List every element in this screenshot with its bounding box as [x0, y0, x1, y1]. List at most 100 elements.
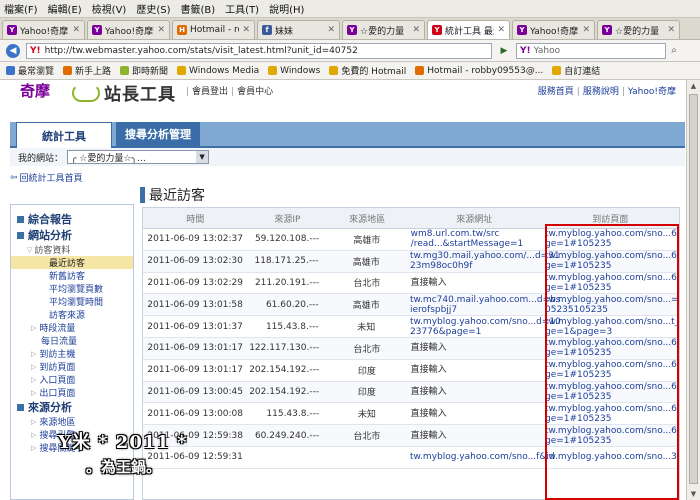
browser-tab[interactable]: Y統計工具 最近✕: [427, 20, 510, 39]
back-to-stats-home[interactable]: ⇦ 回統計工具首頁: [10, 171, 83, 185]
bookmark-item[interactable]: Windows Media: [177, 66, 259, 76]
bookmark-item[interactable]: 即時新聞: [120, 64, 168, 77]
sidebar-item-avg-time[interactable]: 平均瀏覽時間: [11, 295, 133, 308]
tab-close-icon[interactable]: ✕: [72, 25, 80, 35]
scroll-down-icon[interactable]: ▼: [687, 488, 700, 500]
triangle-right-icon: ▷: [31, 417, 37, 426]
menu-edit[interactable]: 編輯(E): [48, 1, 82, 16]
sidebar-item-daily-traffic[interactable]: 每日流量: [11, 334, 133, 347]
tab-close-icon[interactable]: ✕: [667, 25, 675, 35]
cell-source-ip: 202.154.192.---: [249, 386, 320, 397]
site-select[interactable]: ╭ ☆愛的力量☆╮… ▼: [67, 150, 210, 164]
cell-visited-page[interactable]: tw.myblog.yahoo.com/sno...6&pa ge=1#1052…: [541, 273, 679, 294]
sidebar-group-site-analysis[interactable]: 網站分析: [11, 227, 133, 243]
page-scrollbar[interactable]: ▲ ▼: [686, 80, 700, 500]
bookmark-item[interactable]: 最常瀏覽: [6, 64, 54, 77]
cell-visited-page[interactable]: tw.myblog.yahoo.com/sno...6&pa ge=1#1052…: [541, 403, 679, 424]
bookmark-item[interactable]: Windows: [268, 66, 320, 76]
browser-tab[interactable]: Y ☆愛的力量 ✕: [597, 20, 680, 39]
menu-history[interactable]: 歷史(S): [136, 1, 170, 16]
sidebar-group-overview[interactable]: 綜合報告: [11, 211, 133, 227]
service-home-link[interactable]: 服務首頁: [538, 87, 574, 97]
sidebar-item-latest-visitors[interactable]: 最近訪客: [11, 256, 133, 269]
bookmark-item[interactable]: Hotmail - robby09553@...: [415, 66, 543, 76]
cell-visited-page[interactable]: tw.myblog.yahoo.com/sno...6&pa ge=1#1052…: [541, 338, 679, 359]
tab-search-analysis[interactable]: 搜尋分析管理: [116, 122, 200, 146]
go-arrow-icon[interactable]: ▶: [496, 44, 512, 58]
bookmark-item[interactable]: 自訂連結: [552, 64, 600, 77]
cell-source-region: 未知: [357, 323, 376, 334]
browser-tab[interactable]: Y Yahoo!奇摩 ✕: [2, 20, 85, 39]
cell-source-url: 直接輸入: [410, 277, 447, 288]
back-arrow-icon[interactable]: ◀: [6, 43, 20, 58]
bookmark-item[interactable]: 免費的 Hotmail: [329, 64, 406, 77]
sidebar-item-hourly-traffic[interactable]: ▷ 時段流量: [11, 321, 133, 335]
sidebar-item-new-old-visitors[interactable]: 新舊訪客: [11, 269, 133, 282]
sidebar-item-pages[interactable]: ▷ 到訪頁面: [11, 360, 133, 374]
tab-close-icon[interactable]: ✕: [242, 25, 250, 35]
cell-visited-page[interactable]: tw.myblog.yahoo.com/sno...6&pa ge=1#1052…: [541, 382, 679, 403]
header-time: 時間: [186, 214, 205, 225]
bookmark-label: 最常瀏覽: [18, 67, 55, 77]
cell-source-url[interactable]: tw.mc740.mail.yahoo.com...d=bs ierofspbj…: [406, 294, 561, 315]
scroll-up-icon[interactable]: ▲: [687, 80, 700, 92]
square-bullet-icon: [17, 215, 24, 223]
sidebar-item-label: 時段流量: [39, 324, 76, 334]
service-help-link[interactable]: 服務說明: [583, 87, 619, 97]
tab-close-icon[interactable]: ✕: [157, 25, 165, 35]
header-source-region: 來源地區: [349, 214, 386, 225]
cell-visited-page[interactable]: tw.myblog.yahoo.com/sno...t_pa ge=1&page…: [541, 316, 679, 337]
cell-visited-page[interactable]: tw.myblog.yahoo.com/sno...=1#1 052351052…: [541, 294, 679, 315]
sidebar-item-visitor-source[interactable]: 訪客來源: [11, 308, 133, 321]
yahoo-home-link[interactable]: Yahoo!奇摩: [628, 87, 676, 97]
menu-file[interactable]: 檔案(F): [4, 1, 38, 16]
menu-tools[interactable]: 工具(T): [225, 1, 259, 16]
tab-close-icon[interactable]: ✕: [582, 25, 590, 35]
browser-tab[interactable]: HHotmail - robby095✕: [172, 20, 255, 39]
search-box[interactable]: Y! Yahoo: [516, 42, 666, 59]
menu-view[interactable]: 檢視(V): [92, 1, 127, 16]
sidebar-item-avg-pages[interactable]: 平均瀏覽頁數: [11, 282, 133, 295]
cell-visited-page[interactable]: tw.myblog.yahoo.com/sno...6&pa ge=1#1052…: [541, 251, 679, 272]
tab-close-icon[interactable]: ✕: [497, 25, 505, 35]
browser-tab[interactable]: Y ☆愛的力量 ✕: [342, 20, 425, 39]
yahoo-logo[interactable]: 奇摩: [20, 80, 50, 101]
browser-tab[interactable]: YYahoo!奇摩部落格✕: [87, 20, 170, 39]
member-center-link[interactable]: 會員中心: [237, 87, 273, 97]
cell-time: 2011-06-09 13:01:17: [147, 343, 244, 354]
tab-close-icon[interactable]: ✕: [327, 25, 335, 35]
menu-bookmarks[interactable]: 書籤(B): [181, 1, 216, 16]
tab-favicon-icon: H: [177, 25, 187, 35]
main-nav: 統計工具 搜尋分析管理: [10, 122, 685, 148]
address-bar[interactable]: Y! http://tw.webmaster.yahoo.com/stats/v…: [26, 42, 492, 59]
cell-source-region: 高雄市: [352, 301, 380, 312]
sidebar-sub-visitors[interactable]: ▽ 訪客資料: [11, 243, 133, 257]
cell-visited-page[interactable]: tw.myblog.yahoo.com/sno...6&pa ge=1#1052…: [541, 229, 679, 250]
cell-visited-page[interactable]: tw.myblog.yahoo.com/sno...6&pa ge=1#1052…: [541, 425, 679, 446]
watermark-signature: Y米 * 2011 * 。為王鍋。: [58, 428, 188, 477]
cell-source-url[interactable]: tw.mg30.mail.yahoo.com/...d=31 23m98oc0h…: [406, 251, 560, 272]
chevron-down-icon[interactable]: ▼: [196, 151, 209, 163]
triangle-right-icon: ▷: [31, 349, 37, 358]
browser-tab[interactable]: Y Yahoo!奇摩 ✕: [512, 20, 595, 39]
logout-link[interactable]: 會員登出: [192, 87, 228, 97]
scroll-thumb[interactable]: [689, 94, 698, 484]
bookmark-label: Windows Media: [189, 65, 260, 76]
tab-stats-tools[interactable]: 統計工具: [16, 122, 112, 148]
search-magnifier-icon[interactable]: ⌕: [666, 45, 682, 56]
cell-source-url[interactable]: wm8.url.com.tw/src /read...&startMessage…: [407, 229, 541, 250]
sidebar-item-host[interactable]: ▷ 到訪主機: [11, 347, 133, 361]
sidebar-item-source-region[interactable]: ▷ 來源地區: [11, 415, 133, 429]
sidebar-item-exit-pages[interactable]: ▷ 出口頁面: [11, 386, 133, 400]
tab-close-icon[interactable]: ✕: [412, 25, 420, 35]
cell-visited-page[interactable]: tw.myblog.yahoo.com/sno...3271: [541, 447, 679, 468]
browser-tab[interactable]: f 妹妹 ✕: [257, 20, 340, 39]
bookmark-item[interactable]: 新手上路: [63, 64, 111, 77]
cell-visited-page[interactable]: tw.myblog.yahoo.com/sno...6&pa ge=1#1052…: [541, 360, 679, 381]
cell-source-url[interactable]: tw.myblog.yahoo.com/sno...d=10 23776&pag…: [406, 316, 561, 337]
sidebar-item-entry-pages[interactable]: ▷ 入口頁面: [11, 373, 133, 387]
cell-source-url[interactable]: tw.myblog.yahoo.com/sno...f&id: [406, 447, 555, 468]
bookmark-label: Windows: [280, 65, 321, 76]
menu-help[interactable]: 說明(H): [269, 1, 304, 16]
sidebar-group-source-analysis[interactable]: 來源分析: [11, 399, 133, 415]
